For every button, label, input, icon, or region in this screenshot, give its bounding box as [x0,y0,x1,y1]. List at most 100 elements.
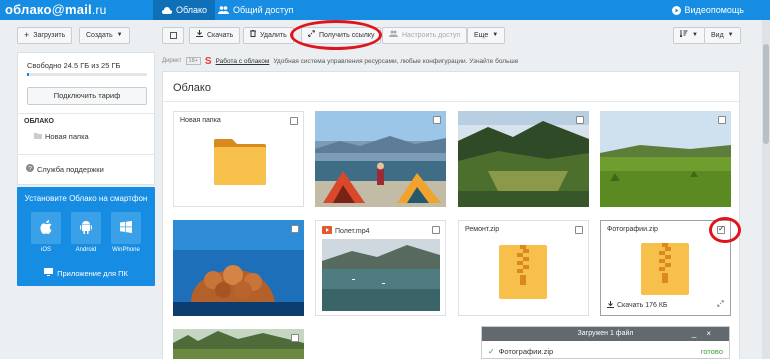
view-button[interactable]: Вид ▼ [704,27,741,44]
file-checkbox[interactable] [290,117,298,125]
file-checkbox[interactable] [432,226,440,234]
nav-cloud-label: Облако [176,5,208,15]
view-label: Вид [711,32,724,39]
nav-cloud[interactable]: Облако [153,0,216,20]
upload-panel: Загружен 1 файл _× ✓ Фотографии.zip гото… [481,326,730,359]
photo-tile-meadow[interactable] [600,111,731,207]
android-icon [80,220,92,236]
file-checkbox[interactable] [576,116,584,124]
select-all-button[interactable] [162,27,184,44]
more-button[interactable]: Еще ▼ [467,27,506,44]
ios-label: iOS [40,247,51,253]
svg-text:?: ? [28,165,32,172]
logo[interactable]: облако@mail.ru [5,2,106,17]
annotation-ring [290,20,382,50]
folder-icon [34,132,42,141]
age-badge: 18+ [185,57,201,65]
winphone-app-button[interactable] [111,212,141,244]
tariff-button[interactable]: Подключить тариф [27,87,147,105]
file-checkbox[interactable] [575,226,583,234]
file-name-row: Полет.mp4 [322,226,370,236]
file-checkbox[interactable] [433,116,441,124]
access-button[interactable]: Настроить доступ [382,27,468,44]
photo-tile-forest[interactable] [173,329,304,359]
photo-thumbnail [458,111,589,207]
download-link[interactable]: Скачать 176 КБ [607,301,668,310]
caret-down-icon: ▼ [727,32,734,38]
upload-status: готово [700,347,723,356]
pc-app-link[interactable]: Приложение для ПК [17,268,155,278]
promo-title: Установите Облако на смартфон [24,194,148,203]
divider [18,154,154,155]
sort-icon [679,28,688,43]
support-label: Служба поддержки [37,164,104,174]
access-label: Настроить доступ [402,32,461,39]
android-label: Android [75,247,97,253]
check-icon: ✓ [488,347,495,356]
download-button[interactable]: Скачать [189,27,241,44]
tree-item-label: Новая папка [45,132,89,141]
nav-shared-label: Общий доступ [233,5,294,15]
ad-text: Удобная система управления ресурсами, лю… [273,57,519,65]
file-checkbox[interactable] [718,116,726,124]
delete-button[interactable]: Удалить [243,27,294,44]
file-checkbox[interactable] [291,225,299,233]
caret-down-icon: ▼ [492,32,499,38]
more-label: Еще [474,32,489,39]
tree-item-folder[interactable]: Новая папка [34,132,89,141]
sidebar: Свободно 24.5 ГБ из 25 ГБ Подключить тар… [17,52,155,185]
photo-tile-rocks[interactable] [173,220,304,316]
users-icon [218,6,229,14]
file-checkbox[interactable] [291,334,299,342]
support-link[interactable]: ? Служба поддержки [26,164,104,174]
android-app-button[interactable] [71,212,101,244]
pc-app-label: Приложение для ПК [57,268,128,278]
caret-down-icon: ▼ [116,32,123,38]
scrollbar-thumb[interactable] [763,44,769,144]
ad-bar[interactable]: Директ 18+ S Работа с облаком Удобная си… [162,54,740,68]
video-help-link[interactable]: Видеопомощь [671,0,744,20]
windows-icon [120,221,132,235]
divider [18,113,154,114]
upload-panel-title: Загружен 1 файл [577,330,634,337]
checkbox-icon [169,32,177,39]
sort-button[interactable]: ▼ [673,27,705,44]
zip-archive-icon [641,243,689,295]
upload-button[interactable]: + Загрузить [17,27,73,44]
upload-label: Загрузить [33,32,66,39]
zip-archive-icon [499,245,547,299]
annotation-ring [709,217,741,243]
download-icon [607,301,614,310]
quota-bar [27,73,147,76]
quota-text: Свободно 24.5 ГБ из 25 ГБ [27,61,121,70]
close-icon[interactable]: × [706,329,721,338]
mobile-promo: Установите Облако на смартфон iOS Androi… [17,187,155,286]
file-tile-video[interactable]: Полет.mp4 [315,220,446,316]
monitor-icon [44,268,54,278]
file-tile-folder[interactable]: Новая папка [173,111,304,207]
winphone-label: WinPhone [112,247,140,253]
ad-title[interactable]: Работа с облаком [216,58,270,65]
tree-root[interactable]: ОБЛАКО [24,118,54,125]
delete-label: Удалить [260,32,287,39]
download-label: Скачать 176 КБ [617,302,668,309]
ios-app-button[interactable] [31,212,61,244]
photo-thumbnail [315,111,446,207]
link-icon[interactable] [716,299,725,309]
photo-tile-camping[interactable] [315,111,446,207]
page-scrollbar[interactable] [762,20,770,359]
photo-thumbnail [600,111,731,207]
photo-tile-valley[interactable] [458,111,589,207]
apple-icon [40,220,52,236]
upload-panel-header: Загружен 1 файл _× [482,327,729,341]
plus-icon: + [24,30,30,40]
upload-row: ✓ Фотографии.zip готово [488,347,723,356]
photo-thumbnail [173,220,304,316]
create-button[interactable]: Создать ▼ [79,27,130,44]
nav-shared[interactable]: Общий доступ [210,0,301,20]
trash-icon [250,28,256,43]
minimize-icon[interactable]: _ [692,329,706,338]
help-icon: ? [26,164,34,174]
file-tile-zip-repair[interactable]: Ремонт.zip [458,220,589,316]
download-icon [196,28,203,43]
